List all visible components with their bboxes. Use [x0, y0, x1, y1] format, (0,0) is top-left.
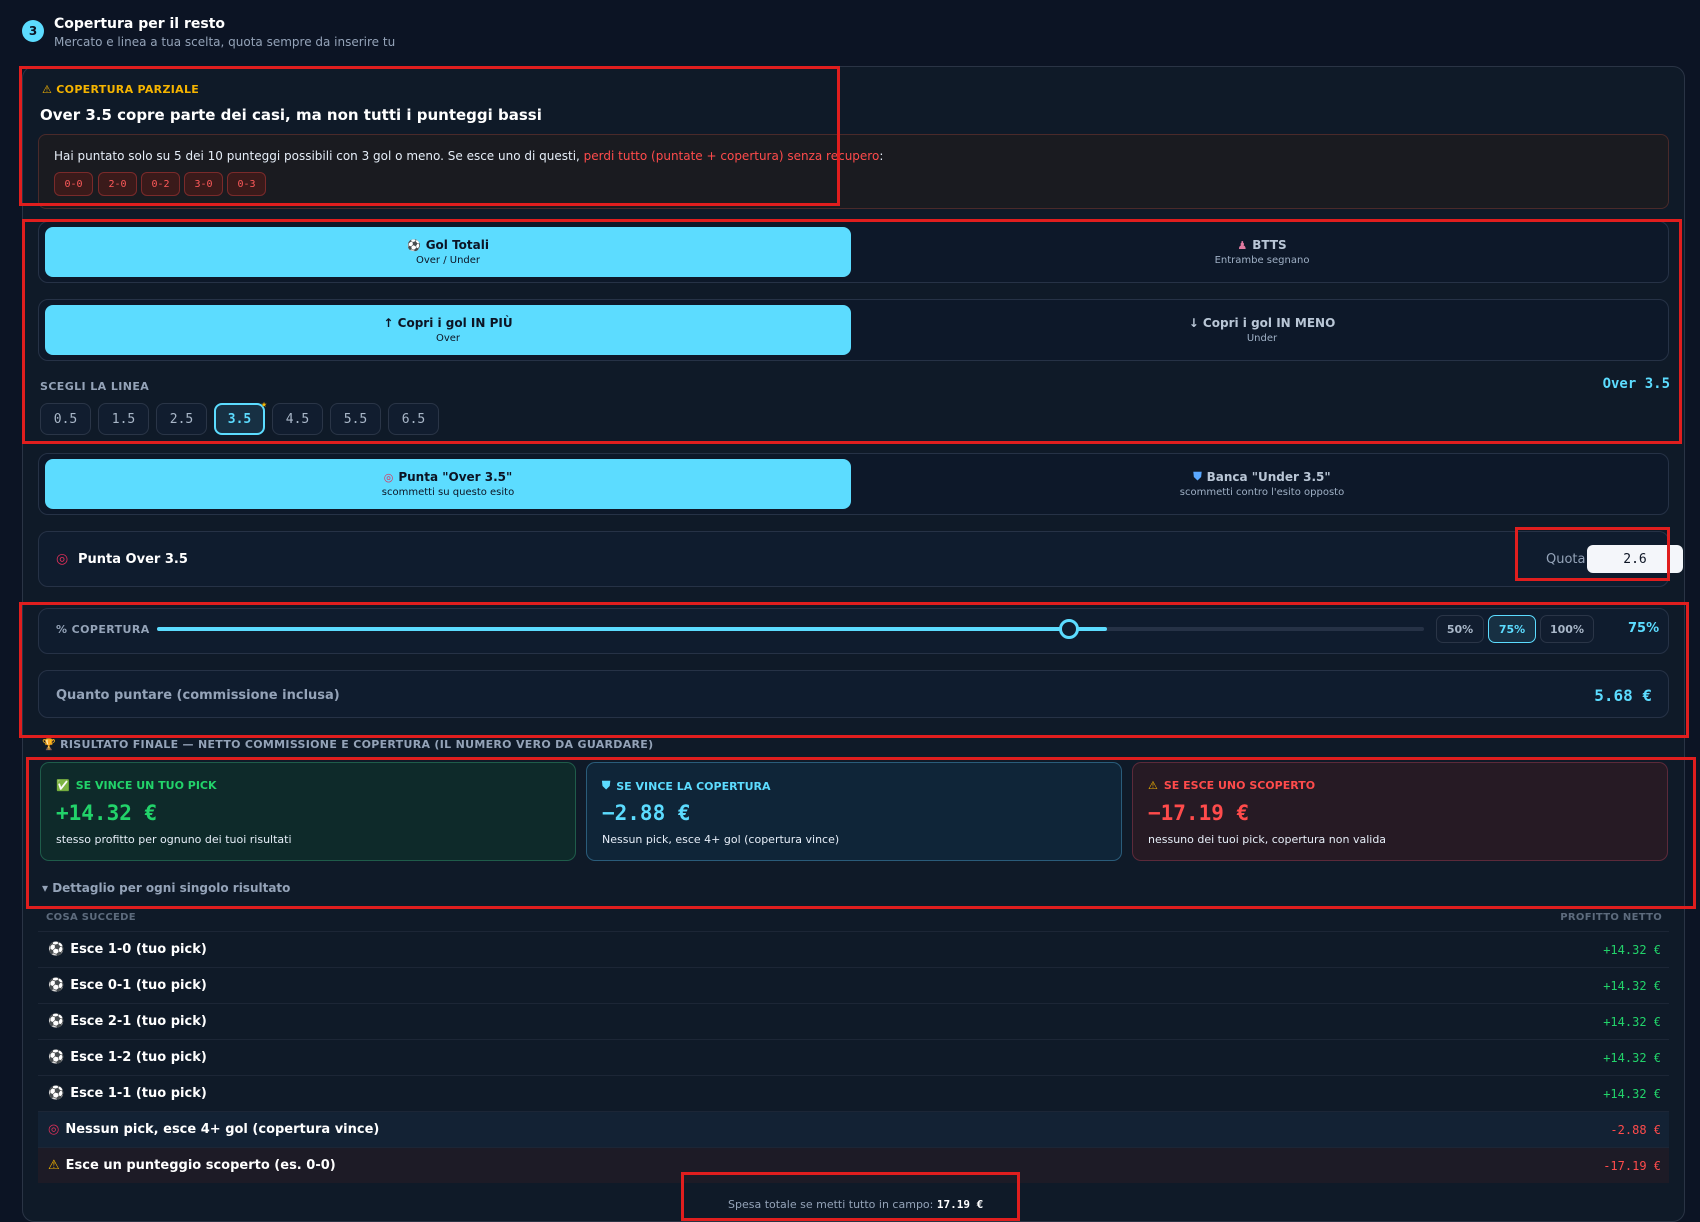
total-spend: Spesa totale se metti tutto in campo: 17…	[728, 1198, 984, 1211]
coverage-label: % COPERTURA	[56, 623, 150, 636]
caret-down-icon: ▾	[42, 881, 53, 895]
soccer-ball-icon: ⚽	[48, 1086, 65, 1101]
detail-toggle[interactable]: ▾ Dettaglio per ogni singolo risultato	[42, 881, 290, 895]
punta-row	[38, 531, 1669, 587]
bet-type-toggle: ◎ Punta "Over 3.5" scommetti su questo es…	[38, 453, 1669, 515]
coverage-preset-75[interactable]: 75%	[1488, 615, 1536, 643]
people-icon: ♟	[1237, 238, 1248, 252]
direction-toggle: ↑ Copri i gol IN PIÙ Over ↓ Copri i gol …	[38, 299, 1669, 361]
warning-icon: ⚠	[42, 83, 57, 96]
section-subtitle: Mercato e linea a tua scelta, quota semp…	[54, 35, 396, 49]
warning-title: Over 3.5 copre parte dei casi, ma non tu…	[40, 106, 542, 124]
bet-type-punta[interactable]: ◎ Punta "Over 3.5" scommetti su questo es…	[45, 459, 851, 509]
shield-icon: ⛊	[602, 779, 611, 792]
line-option[interactable]: 6.5	[388, 403, 439, 435]
coverage-preset-50[interactable]: 50%	[1436, 615, 1484, 643]
warning-box	[38, 134, 1669, 209]
uncovered-score-chip: 0-3	[227, 172, 266, 196]
result-card-uncovered: ⚠ SE ESCE UNO SCOPERTO −17.19 € nessuno d…	[1132, 762, 1668, 861]
line-selected-display: Over 3.5	[1602, 376, 1670, 392]
step-number: 3	[22, 20, 44, 42]
result-title: 🏆 RISULTATO FINALE — NETTO COMMISSIONE E…	[42, 738, 654, 751]
table-row: ⚽ Esce 1-1 (tuo pick) +14.32 €	[38, 1075, 1669, 1111]
bet-type-banca[interactable]: ⛊ Banca "Under 3.5" scommetti contro l'es…	[856, 459, 1668, 509]
warning-tag: ⚠ COPERTURA PARZIALE	[42, 83, 200, 96]
soccer-ball-icon: ⚽	[48, 1014, 65, 1029]
uncovered-score-chip: 0-0	[54, 172, 93, 196]
table-row: ⚽ Esce 2-1 (tuo pick) +14.32 €	[38, 1003, 1669, 1039]
stake-label: Quanto puntare (commissione inclusa)	[56, 688, 340, 703]
table-row: ⚽ Esce 1-0 (tuo pick) +14.32 €	[38, 931, 1669, 967]
line-option[interactable]: 5.5	[330, 403, 381, 435]
target-icon: ◎	[56, 551, 69, 567]
star-icon: ★	[260, 399, 267, 410]
result-card-cover-wins: ⛊ SE VINCE LA COPERTURA −2.88 € Nessun pi…	[586, 762, 1122, 861]
stake-value: 5.68 €	[1594, 686, 1652, 705]
soccer-ball-icon: ⚽	[48, 978, 65, 993]
soccer-ball-icon: ⚽	[407, 238, 421, 252]
result-card-pick-wins: ✅ SE VINCE UN TUO PICK +14.32 € stesso pr…	[40, 762, 576, 861]
line-option[interactable]: 1.5	[98, 403, 149, 435]
soccer-ball-icon: ⚽	[48, 1050, 65, 1065]
shield-icon: ⛊	[1193, 470, 1202, 483]
line-option[interactable]: 2.5	[156, 403, 207, 435]
table-row: ◎ Nessun pick, esce 4+ gol (copertura vin…	[38, 1111, 1669, 1147]
line-option-selected[interactable]: 3.5 ★	[214, 399, 267, 435]
table-row: ⚽ Esce 1-2 (tuo pick) +14.32 €	[38, 1039, 1669, 1075]
coverage-row	[38, 608, 1669, 654]
target-icon: ◎	[383, 470, 394, 484]
direction-option-under[interactable]: ↓ Copri i gol IN MENO Under	[856, 305, 1668, 355]
check-icon: ✅	[56, 779, 70, 792]
table-row: ⚠ Esce un punteggio scoperto (es. 0-0) -17…	[38, 1147, 1669, 1183]
quota-label: Quota	[1546, 552, 1586, 567]
line-label: SCEGLI LA LINEA	[40, 380, 150, 393]
section-title: Copertura per il resto	[54, 16, 226, 32]
target-icon: ◎	[48, 1122, 60, 1137]
market-toggle: ⚽ Gol Totali Over / Under ♟ BTTS Entrambe …	[38, 221, 1669, 283]
market-option-btts[interactable]: ♟ BTTS Entrambe segnano	[856, 227, 1668, 277]
line-option[interactable]: 4.5	[272, 403, 323, 435]
uncovered-score-chip: 0-2	[141, 172, 180, 196]
soccer-ball-icon: ⚽	[48, 942, 65, 957]
warning-text: Hai puntato solo su 5 dei 10 punteggi po…	[54, 149, 884, 163]
table-row: ⚽ Esce 0-1 (tuo pick) +14.32 €	[38, 967, 1669, 1003]
coverage-slider-thumb[interactable]	[1059, 619, 1079, 639]
column-header-profit: PROFITTO NETTO	[1560, 912, 1662, 923]
punta-label: Punta Over 3.5	[78, 552, 188, 567]
warning-icon: ⚠	[1148, 779, 1158, 792]
trophy-icon: 🏆	[42, 738, 61, 751]
direction-option-over[interactable]: ↑ Copri i gol IN PIÙ Over	[45, 305, 851, 355]
coverage-preset-100[interactable]: 100%	[1540, 615, 1594, 643]
line-option[interactable]: 0.5	[40, 403, 91, 435]
quota-input[interactable]: 2.6	[1587, 545, 1683, 573]
coverage-slider-fill	[157, 627, 1107, 631]
uncovered-score-chip: 3-0	[184, 172, 223, 196]
market-option-gol-totali[interactable]: ⚽ Gol Totali Over / Under	[45, 227, 851, 277]
column-header-what: COSA SUCCEDE	[46, 912, 136, 923]
coverage-value: 75%	[1628, 621, 1660, 636]
warning-icon: ⚠	[48, 1158, 60, 1173]
uncovered-score-chip: 2-0	[98, 172, 137, 196]
